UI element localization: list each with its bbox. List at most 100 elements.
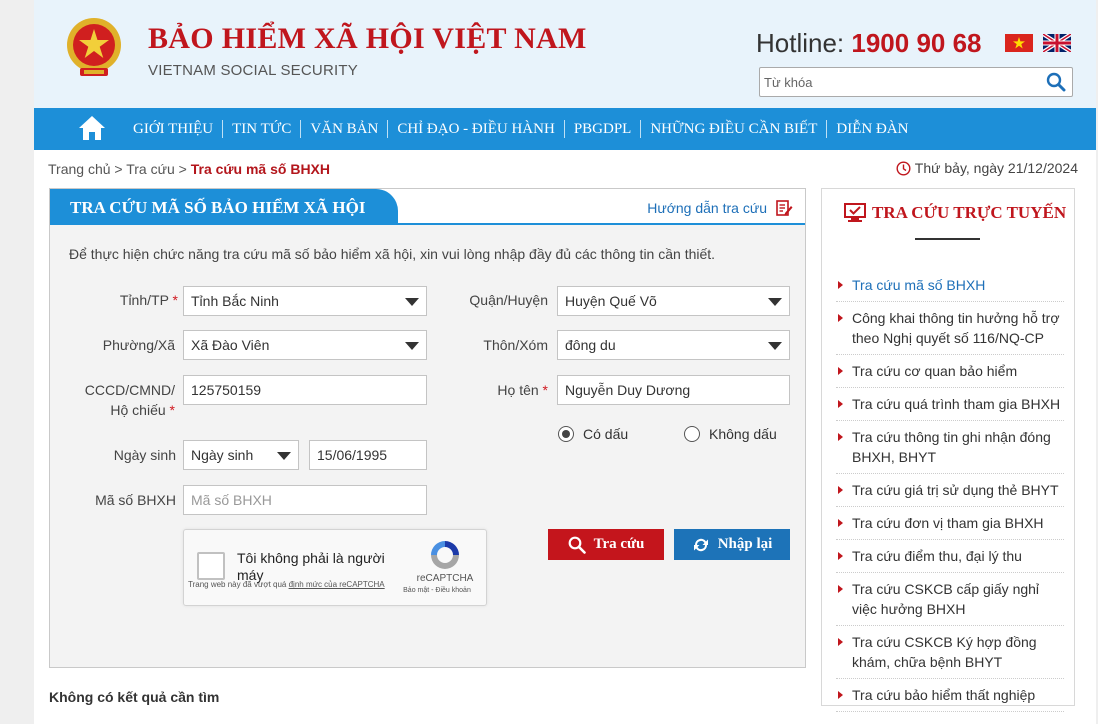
hotline: Hotline: 1900 90 68 <box>756 28 982 59</box>
recaptcha-checkbox[interactable] <box>197 552 225 580</box>
chevron-down-icon <box>768 342 782 350</box>
radio-selected-icon[interactable] <box>558 426 574 442</box>
sidebar-title: TRA CỨU TRỰC TUYẾN <box>844 203 1066 223</box>
site-subtitle: VIETNAM SOCIAL SECURITY <box>148 62 358 79</box>
nav-item-chi-dao-dieu-hanh[interactable]: CHỈ ĐẠO - ĐIỀU HÀNH <box>388 121 563 138</box>
sidebar-item-collection-agents[interactable]: Tra cứu điểm thu, đại lý thu <box>836 540 1064 573</box>
date-text: Thứ bảy, ngày 21/12/2024 <box>914 160 1078 176</box>
breadcrumb-section[interactable]: Tra cứu <box>126 161 175 177</box>
lookup-guide-link[interactable]: Hướng dẫn tra cứu <box>647 199 793 217</box>
page: BẢO HIỂM XÃ HỘI VIỆT NAM VIETNAM SOCIAL … <box>34 0 1096 724</box>
home-icon[interactable] <box>78 115 106 141</box>
sidebar-item-contracted-providers[interactable]: Tra cứu CSKCB Ký hợp đồng khám, chữa bện… <box>836 626 1064 679</box>
refresh-icon <box>693 538 708 551</box>
current-date: Thứ bảy, ngày 21/12/2024 <box>896 160 1078 176</box>
province-label-text: Tỉnh/TP <box>119 292 169 308</box>
sidebar-item-participating-units[interactable]: Tra cứu đơn vị tham gia BHXH <box>836 507 1064 540</box>
dob-value: 15/06/1995 <box>317 447 388 463</box>
radio-with-accent[interactable]: Có dấu <box>558 426 628 442</box>
province-label: Tỉnh/TP * <box>70 290 178 310</box>
breadcrumb: Trang chủ > Tra cứu > Tra cứu mã số BHXH <box>48 161 330 177</box>
nav-item-van-ban[interactable]: VĂN BẢN <box>301 121 387 138</box>
sidebar-item-unemployment-insurance[interactable]: Tra cứu bảo hiểm thất nghiệp <box>836 679 1064 712</box>
site-title[interactable]: BẢO HIỂM XÃ HỘI VIỆT NAM <box>148 22 587 56</box>
sidebar-item-health-card-validity[interactable]: Tra cứu giá trị sử dụng thẻ BHYT <box>836 474 1064 507</box>
village-select[interactable]: đông du <box>557 330 790 360</box>
province-value: Tỉnh Bắc Ninh <box>191 293 279 309</box>
search-button[interactable]: Tra cứu <box>548 529 664 560</box>
keyword-search-input[interactable] <box>764 72 1034 92</box>
id-number-value: 125750159 <box>191 382 262 398</box>
online-lookup-sidebar: TRA CỨU TRỰC TUYẾN Tra cứu mã số BHXH Cô… <box>821 188 1075 712</box>
recaptcha-quota-text: Trang web này đã vượt quá <box>188 580 289 589</box>
required-mark: * <box>169 402 175 418</box>
ward-select[interactable]: Xã Đào Viên <box>183 330 427 360</box>
breadcrumb-separator: > <box>178 161 191 177</box>
search-icon <box>568 536 586 554</box>
panel-header: TRA CỨU MÃ SỐ BẢO HIỂM XÃ HỘI Hướng dẫn … <box>50 189 805 225</box>
id-label-line-2: Hộ chiếu * <box>70 400 175 420</box>
nav-item-tin-tuc[interactable]: TIN TỨC <box>223 121 300 138</box>
hotline-label: Hotline: <box>756 28 845 58</box>
hotline-number: 1900 90 68 <box>851 28 982 58</box>
chevron-down-icon <box>405 298 419 306</box>
full-name-label: Họ tên * <box>450 380 548 400</box>
radio-without-accent[interactable]: Không dấu <box>684 426 777 442</box>
site-header: BẢO HIỂM XÃ HỘI VIỆT NAM VIETNAM SOCIAL … <box>34 0 1096 108</box>
vietnamese-flag-icon[interactable] <box>1005 34 1033 52</box>
recaptcha-privacy-terms[interactable]: Bảo mật - Điều khoản <box>392 587 482 594</box>
breadcrumb-current: Tra cứu mã số BHXH <box>190 161 331 177</box>
dob-type-value: Ngày sinh <box>191 447 254 463</box>
full-name-value: Nguyễn Duy Dương <box>565 382 691 398</box>
nav-item-nhung-dieu-can-biet[interactable]: NHỮNG ĐIỀU CẦN BIẾT <box>641 121 826 138</box>
sidebar-item-insurance-agency[interactable]: Tra cứu cơ quan bảo hiểm <box>836 355 1064 388</box>
search-icon[interactable] <box>1046 72 1066 92</box>
search-button-label: Tra cứu <box>593 536 645 552</box>
province-select[interactable]: Tỉnh Bắc Ninh <box>183 286 427 316</box>
chevron-down-icon <box>277 452 291 460</box>
sidebar-item-sick-leave-providers[interactable]: Tra cứu CSKCB cấp giấy nghỉ việc hưởng B… <box>836 573 1064 626</box>
panel-title: TRA CỨU MÃ SỐ BẢO HIỂM XÃ HỘI <box>50 189 398 225</box>
sidebar-item-participation-history[interactable]: Tra cứu quá trình tham gia BHXH <box>836 388 1064 421</box>
radio-unselected-icon[interactable] <box>684 426 700 442</box>
id-label: CCCD/CMND/ Hộ chiếu * <box>70 380 175 420</box>
national-emblem-icon[interactable] <box>66 15 122 79</box>
nav-item-pbgdpl[interactable]: PBGDPL <box>565 121 641 138</box>
village-value: đông du <box>565 337 616 353</box>
ward-value: Xã Đào Viên <box>191 337 270 353</box>
nav-item-dien-dan[interactable]: DIỄN ĐÀN <box>827 121 917 138</box>
sidebar-item-contribution-records[interactable]: Tra cứu thông tin ghi nhận đóng BHXH, BH… <box>836 421 1064 474</box>
edit-document-icon <box>776 200 793 216</box>
dob-input[interactable]: 15/06/1995 <box>309 440 427 470</box>
recaptcha-logo-icon <box>431 541 459 569</box>
ward-label: Phường/Xã <box>102 337 175 353</box>
district-select[interactable]: Huyện Quế Võ <box>557 286 790 316</box>
recaptcha-quota-link[interactable]: định mức của reCAPTCHA <box>289 580 385 589</box>
monitor-check-icon <box>844 203 866 222</box>
intro-text: Để thực hiện chức năng tra cứu mã số bảo… <box>69 246 716 262</box>
id-number-input[interactable]: 125750159 <box>183 375 427 405</box>
site-search <box>759 67 1073 97</box>
radio-without-accent-label: Không dấu <box>709 426 777 442</box>
main-nav: GIỚI THIỆU TIN TỨC VĂN BẢN CHỈ ĐẠO - ĐIỀ… <box>34 108 1096 150</box>
district-label: Quận/Huyện <box>469 292 548 308</box>
bhxh-number-placeholder: Mã số BHXH <box>191 492 272 508</box>
recaptcha-quota-note: Trang web này đã vượt quá định mức của r… <box>188 580 385 590</box>
dob-label: Ngày sinh <box>113 447 176 463</box>
dob-type-select[interactable]: Ngày sinh <box>183 440 299 470</box>
radio-with-accent-label: Có dấu <box>583 426 629 442</box>
sidebar-item-support-116[interactable]: Công khai thông tin hưởng hỗ trợ theo Ng… <box>836 302 1064 355</box>
chevron-down-icon <box>405 342 419 350</box>
nav-item-gioi-thieu[interactable]: GIỚI THIỆU <box>124 121 222 138</box>
english-flag-icon[interactable] <box>1043 34 1071 52</box>
recaptcha-label: Tôi không phải là người máy <box>237 550 385 583</box>
full-name-input[interactable]: Nguyễn Duy Dương <box>557 375 790 405</box>
required-mark: * <box>542 382 548 398</box>
bhxh-number-input[interactable]: Mã số BHXH <box>183 485 427 515</box>
breadcrumb-home[interactable]: Trang chủ <box>48 161 111 177</box>
sidebar-item-bhxh-number[interactable]: Tra cứu mã số BHXH <box>836 269 1064 302</box>
chevron-down-icon <box>768 298 782 306</box>
nav-items: GIỚI THIỆU TIN TỨC VĂN BẢN CHỈ ĐẠO - ĐIỀ… <box>124 108 917 150</box>
id-label-line-1: CCCD/CMND/ <box>84 382 175 398</box>
reset-button[interactable]: Nhập lại <box>674 529 790 560</box>
